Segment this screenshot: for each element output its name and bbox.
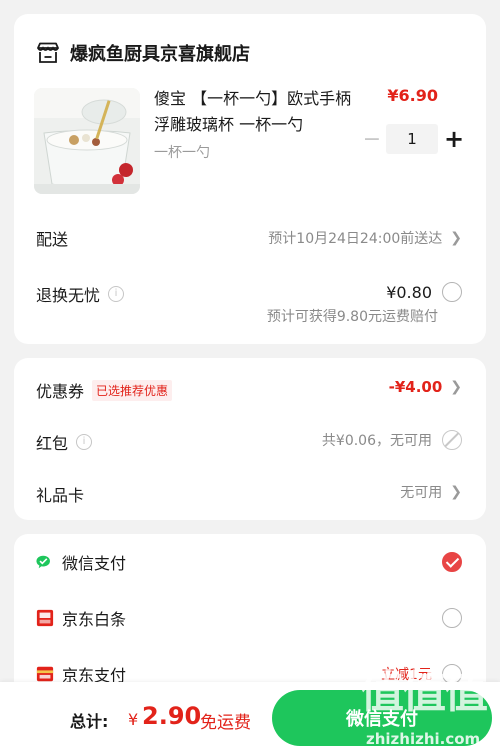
jd-baitiao-icon xyxy=(36,609,54,627)
delivery-value: 预计10月24日24:00前送达 xyxy=(268,231,443,247)
jd-pay-icon xyxy=(36,666,54,682)
delivery-label-text: 配送 xyxy=(36,230,69,249)
gift-card-value: 无可用 xyxy=(400,485,443,501)
chevron-right-icon: ❯ xyxy=(450,379,462,395)
quantity-stepper: − 1 + xyxy=(358,124,470,154)
product-price: ¥6.90 xyxy=(387,86,438,105)
wechat-pay-icon xyxy=(36,555,50,569)
disabled-icon xyxy=(442,430,462,450)
coupon-label-text: 优惠券 xyxy=(36,382,85,401)
chevron-right-icon: ❯ xyxy=(450,230,462,246)
coupon-value: -¥4.00 xyxy=(388,378,443,396)
watermark-url: zhizhizhi.com xyxy=(366,730,481,748)
product-image[interactable] xyxy=(34,88,140,194)
decrease-button[interactable]: − xyxy=(358,127,386,152)
gift-card-row[interactable]: 无可用 ❯ xyxy=(400,482,462,502)
coupon-tag: 已选推荐优惠 xyxy=(92,379,173,401)
gift-card-label-text: 礼品卡 xyxy=(36,486,85,505)
return-insurance-note-wrap: 预计可获得9.80元运费赔付 xyxy=(267,306,438,326)
gift-card-label: 礼品卡 xyxy=(36,482,84,506)
glass-cup-image xyxy=(34,88,140,194)
shop-name: 爆疯鱼厨具京喜旗舰店 xyxy=(70,44,250,65)
product-title[interactable]: 傻宝 【一杯一勺】欧式手柄浮雕玻璃杯 一杯一勺 xyxy=(154,86,354,138)
info-icon[interactable]: i xyxy=(108,286,125,302)
delivery-row[interactable]: 预计10月24日24:00前送达 ❯ xyxy=(268,228,462,248)
payment-label: 微信支付 xyxy=(62,554,127,573)
red-packet-value: 共¥0.06，无可用 xyxy=(321,433,432,449)
return-insurance-note: 预计可获得9.80元运费赔付 xyxy=(266,309,438,325)
delivery-label: 配送 xyxy=(36,226,68,250)
return-insurance-radio[interactable] xyxy=(442,282,462,302)
increase-button[interactable]: + xyxy=(438,125,470,153)
payment-option-baitiao[interactable]: 京东白条 xyxy=(36,606,462,630)
coupon-row[interactable]: -¥4.00 ❯ xyxy=(389,378,462,396)
order-card: 爆疯鱼厨具京喜旗舰店 傻宝 【一杯一勺】欧式手柄浮雕玻璃杯 一杯一勺 一杯一勺 … xyxy=(14,14,486,344)
total-currency: ¥ xyxy=(128,710,139,729)
chevron-right-icon: ❯ xyxy=(450,484,462,500)
quantity-value[interactable]: 1 xyxy=(386,124,438,154)
payment-radio-selected[interactable] xyxy=(442,552,462,572)
coupon-label: 优惠券 已选推荐优惠 xyxy=(36,378,173,402)
store-icon xyxy=(37,42,59,63)
red-packet-row[interactable]: 共¥0.06，无可用 xyxy=(322,430,462,450)
red-packet-label-text: 红包 xyxy=(36,434,69,453)
total-label: 总计: xyxy=(70,712,109,731)
discount-card: 优惠券 已选推荐优惠 -¥4.00 ❯ 红包 i 共¥0.06，无可用 礼品卡 … xyxy=(14,358,486,520)
info-icon[interactable]: i xyxy=(76,434,93,450)
payment-radio[interactable] xyxy=(442,608,462,628)
payment-label: 京东白条 xyxy=(62,610,127,629)
return-insurance-price: ¥0.80 xyxy=(386,282,432,302)
watermark-logo: 值值值 zhizhizhi.com xyxy=(360,656,500,756)
total-amount: 2.90 xyxy=(142,702,202,730)
return-insurance-label-text: 退换无忧 xyxy=(36,286,101,305)
return-insurance-label: 退换无忧 i xyxy=(36,282,125,306)
payment-option-wechat[interactable]: 微信支付 xyxy=(36,550,462,574)
shop-header[interactable]: 爆疯鱼厨具京喜旗舰店 xyxy=(36,40,250,66)
watermark-text: 值值值 xyxy=(360,667,488,718)
red-packet-label: 红包 i xyxy=(36,430,93,454)
free-shipping-label: 免运费 xyxy=(200,713,251,733)
return-insurance-row[interactable]: ¥0.80 xyxy=(386,282,462,302)
product-spec[interactable]: 一杯一勺 xyxy=(154,142,210,162)
